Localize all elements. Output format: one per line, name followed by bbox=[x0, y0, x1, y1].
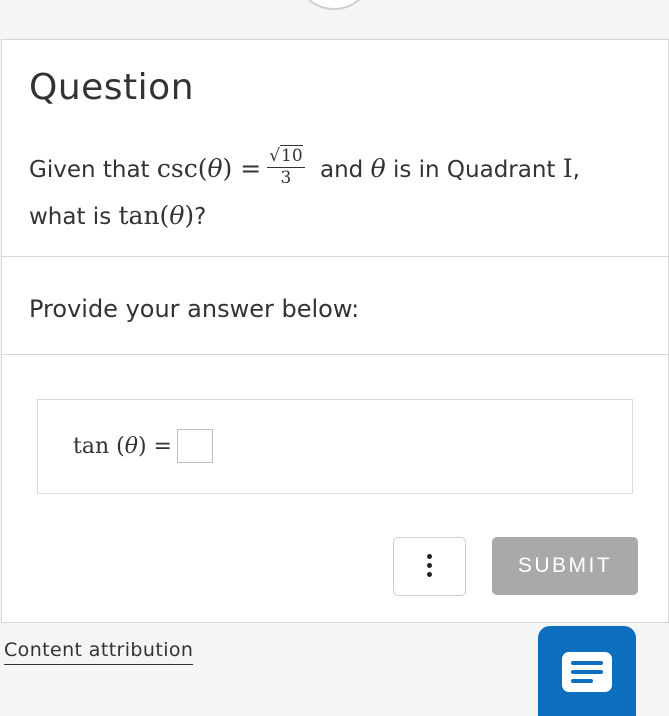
tan-expression: tan(θ) bbox=[119, 201, 195, 230]
tan-close-paren: ) bbox=[184, 201, 195, 230]
answer-box: tan (θ) = bbox=[37, 399, 633, 494]
fraction-numerator: √10 bbox=[267, 145, 305, 168]
tan-function: tan( bbox=[118, 201, 170, 230]
csc-function: csc( bbox=[156, 154, 208, 183]
theta-symbol-3: θ bbox=[169, 201, 185, 230]
what-is-text: what is bbox=[29, 204, 119, 230]
chat-button[interactable] bbox=[538, 626, 636, 716]
question-mark: ? bbox=[194, 204, 207, 230]
answer-expression: tan (θ) = bbox=[73, 430, 172, 464]
answer-tan-function: tan ( bbox=[73, 434, 125, 459]
equals-sign: ) = bbox=[222, 154, 262, 183]
question-text: Given that csc(θ) = √10 3 and θ is in Quad… bbox=[29, 145, 649, 240]
quadrant-text: is in Quadrant bbox=[385, 157, 563, 183]
provide-answer-label: Provide your answer below: bbox=[29, 295, 360, 323]
provide-answer-section: Provide your answer below: bbox=[2, 257, 668, 355]
chat-icon bbox=[562, 652, 612, 692]
theta-symbol: θ bbox=[207, 154, 223, 183]
and-text: and bbox=[312, 157, 371, 183]
answer-theta-symbol: θ bbox=[124, 434, 138, 459]
question-prefix: Given that bbox=[29, 157, 157, 183]
fraction-denominator: 3 bbox=[280, 168, 292, 188]
fraction-sqrt10-over-3: √10 3 bbox=[267, 145, 305, 188]
question-card: Question Given that csc(θ) = √10 3 and θ i… bbox=[1, 39, 669, 623]
theta-symbol-2: θ bbox=[370, 154, 386, 183]
sqrt-radicand: 10 bbox=[280, 145, 303, 166]
answer-equals-sign: ) = bbox=[137, 434, 172, 459]
question-title: Question bbox=[29, 67, 195, 108]
content-attribution-link[interactable]: Content attribution bbox=[4, 639, 194, 665]
csc-expression: csc(θ) = bbox=[157, 154, 261, 183]
top-handle-circle[interactable] bbox=[300, 0, 368, 10]
comma: , bbox=[572, 157, 580, 183]
vertical-ellipsis-icon bbox=[427, 554, 433, 580]
answer-input[interactable] bbox=[177, 429, 213, 463]
more-options-button[interactable] bbox=[393, 537, 466, 596]
quadrant-numeral: I bbox=[562, 154, 573, 183]
submit-button[interactable]: SUBMIT bbox=[492, 537, 638, 595]
question-section: Question Given that csc(θ) = √10 3 and θ i… bbox=[2, 40, 668, 257]
